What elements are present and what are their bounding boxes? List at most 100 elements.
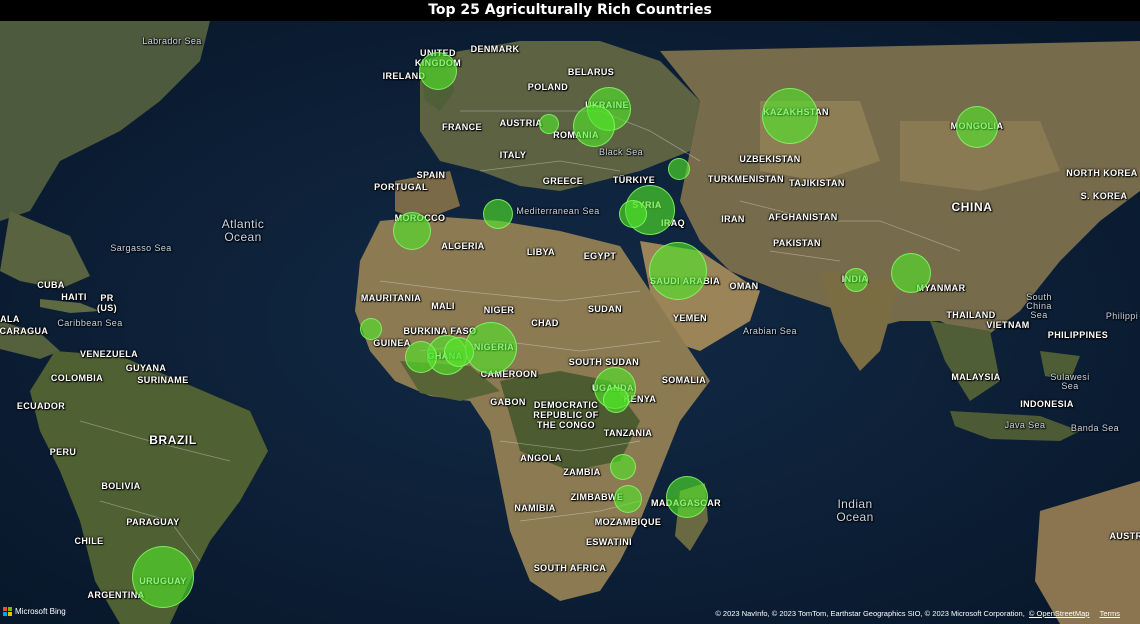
bubble-india[interactable] <box>844 268 868 292</box>
country-label: HAITI <box>61 292 87 302</box>
bubble-saudi-arabia[interactable] <box>649 242 707 300</box>
country-label: UZBEKISTAN <box>739 154 801 164</box>
country-label: SURINAME <box>137 375 189 385</box>
sea-label: Banda Sea <box>1070 423 1120 433</box>
map-canvas[interactable]: UNITEDKINGDOMIRELANDDENMARKBELARUSPOLAND… <box>0 21 1140 624</box>
bubble-tunisia[interactable] <box>483 199 513 229</box>
bubble-lebanon[interactable] <box>619 200 647 228</box>
sea-label: Philippi <box>1105 311 1139 321</box>
country-label: S. KOREA <box>1080 191 1128 201</box>
bing-label: Microsoft Bing <box>15 607 66 616</box>
country-label: CHINA <box>951 200 993 214</box>
country-label: REPUBLIC OF <box>533 410 599 420</box>
country-label: AUSTR <box>1109 531 1140 541</box>
bubble-kazakhstan[interactable] <box>762 88 818 144</box>
bubble-uruguay[interactable] <box>132 546 194 608</box>
country-label: SOUTH AFRICA <box>533 563 607 573</box>
country-label: NIGER <box>483 305 515 315</box>
ocean-label-line: Ocean <box>224 230 262 244</box>
bubble-azerbaijan[interactable] <box>668 158 690 180</box>
country-label: PERU <box>49 447 77 457</box>
country-label: AFGHANISTAN <box>768 212 838 222</box>
country-label: ITALY <box>499 150 527 160</box>
country-label: DENMARK <box>470 44 520 54</box>
country-label: MOZAMBIQUE <box>594 517 662 527</box>
country-label: NICARAGUA <box>0 326 49 336</box>
microsoft-logo-icon <box>3 607 12 616</box>
bubble-kenya[interactable] <box>603 387 629 413</box>
country-label: TANZANIA <box>603 428 653 438</box>
bubble-malawi[interactable] <box>610 454 636 480</box>
country-label: SOUTH SUDAN <box>568 357 640 367</box>
sea-label: Mediterranean Sea <box>516 206 600 216</box>
bubble-togo[interactable] <box>444 337 474 367</box>
bubble-madagascar[interactable] <box>666 476 708 518</box>
country-label: PARAGUAY <box>126 517 180 527</box>
country-label: GABON <box>490 397 526 407</box>
country-label: ANGOLA <box>520 453 562 463</box>
bubble-guinea[interactable] <box>360 318 382 340</box>
country-label: TÜRKIYE <box>612 175 656 185</box>
sea-label: Arabian Sea <box>743 326 797 336</box>
sea-label: Caribbean Sea <box>57 318 123 328</box>
country-label: IRAN <box>721 214 745 224</box>
country-label: GUINEA <box>373 338 411 348</box>
openstreetmap-link[interactable]: © OpenStreetMap <box>1029 609 1090 618</box>
bubble-myanmar[interactable] <box>891 253 931 293</box>
country-label: FRANCE <box>442 122 482 132</box>
bubble-ivory-coast[interactable] <box>405 341 437 373</box>
sea-label: Sea <box>1061 381 1079 391</box>
country-label: NAMIBIA <box>514 503 556 513</box>
bubble-mongolia[interactable] <box>956 106 998 148</box>
country-label: PAKISTAN <box>773 238 821 248</box>
country-label: MALI <box>431 301 455 311</box>
country-label: BRAZIL <box>149 433 197 447</box>
country-label: ECUADOR <box>16 401 66 411</box>
country-label: VENEZUELA <box>79 349 139 359</box>
sea-label: Labrador Sea <box>142 36 202 46</box>
country-label: BURKINA FASO <box>403 326 477 336</box>
copyright-text: © 2023 NavInfo, © 2023 TomTom, Earthstar… <box>715 609 1025 618</box>
country-label: MALA <box>0 314 20 324</box>
country-label: ALGERIA <box>441 241 485 251</box>
bubble-united-kingdom[interactable] <box>419 52 457 90</box>
country-label: LIBYA <box>526 247 556 257</box>
country-label: THAILAND <box>946 310 996 320</box>
bubble-zimbabwe[interactable] <box>614 485 642 513</box>
country-label: OMAN <box>729 281 759 291</box>
country-label: EGYPT <box>583 251 617 261</box>
ocean-label: Indian Ocean <box>836 498 873 524</box>
sea-label: Java Sea <box>1004 420 1046 430</box>
country-label: PORTUGAL <box>374 182 428 192</box>
country-label: MALAYSIA <box>951 372 1001 382</box>
country-label: BOLIVIA <box>101 481 141 491</box>
country-label: NORTH KOREA <box>1066 168 1138 178</box>
bubble-austria[interactable] <box>539 114 559 134</box>
ocean-label-line: Ocean <box>836 510 874 524</box>
country-label: ZAMBIA <box>563 467 601 477</box>
map-title: Top 25 Agriculturally Rich Countries <box>0 0 1140 21</box>
bing-attribution: Microsoft Bing <box>3 607 66 616</box>
bubble-romania[interactable] <box>573 105 615 147</box>
sea-label: Sea <box>1030 310 1048 320</box>
country-label: TURKMENISTAN <box>707 174 785 184</box>
country-label: DEMOCRATIC <box>533 400 599 410</box>
country-label: ESWATINI <box>585 537 633 547</box>
terms-link[interactable]: Terms <box>1100 609 1120 618</box>
country-label: THE CONGO <box>536 420 596 430</box>
ocean-label: Atlantic Ocean <box>222 218 265 244</box>
country-label: BELARUS <box>567 67 615 77</box>
country-label: INDONESIA <box>1020 399 1074 409</box>
country-label: POLAND <box>527 82 569 92</box>
bubble-morocco[interactable] <box>393 212 431 250</box>
country-label: GREECE <box>542 176 584 186</box>
country-label: COLOMBIA <box>50 373 104 383</box>
country-label: MAURITANIA <box>360 293 422 303</box>
country-label: CHAD <box>531 318 559 328</box>
country-label: (US) <box>96 303 118 313</box>
map-copyright: © 2023 NavInfo, © 2023 TomTom, Earthstar… <box>715 609 1120 618</box>
country-label: GUYANA <box>125 363 167 373</box>
sea-label: Black Sea <box>598 147 644 157</box>
country-label: CUBA <box>37 280 65 290</box>
country-label: PR <box>100 293 114 303</box>
